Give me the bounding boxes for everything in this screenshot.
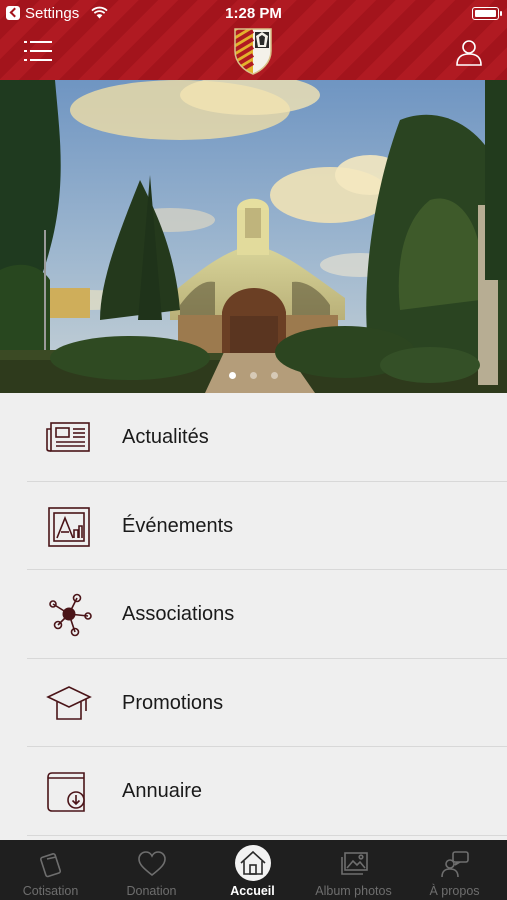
menu-item-label: Actualités: [122, 426, 209, 448]
tab-label: Donation: [126, 884, 177, 898]
divider: [27, 834, 507, 836]
status-bar: Settings 1:28 PM: [0, 0, 507, 28]
menu-item-promotions[interactable]: Promotions: [0, 659, 507, 747]
menu-item-label: Promotions: [122, 691, 224, 714]
heart-icon: [138, 851, 166, 877]
home-icon: [240, 850, 266, 875]
tab-accueil[interactable]: Accueil: [202, 840, 303, 900]
crest-logo: [234, 28, 272, 75]
tab-bar: Cotisation Donation Accueil Album photos…: [0, 840, 507, 900]
tab-label: Cotisation: [22, 884, 79, 898]
tab-album-photos[interactable]: Album photos: [303, 840, 404, 900]
newspaper-icon: [46, 422, 90, 452]
status-time: 1:28 PM: [225, 5, 282, 22]
graduation-cap-icon: [46, 685, 92, 720]
menu-item-label: Associations: [122, 603, 235, 625]
carousel-dots[interactable]: [0, 366, 507, 384]
tab-label: Album photos: [315, 884, 392, 898]
card-icon: [40, 853, 62, 878]
directory-book-icon: [47, 772, 85, 812]
tab-label: Accueil: [230, 884, 275, 898]
photo-album-icon: [341, 852, 368, 875]
event-picture-icon: [48, 506, 90, 547]
menu-item-evenements[interactable]: Événements: [0, 482, 507, 570]
menu-item-annuaire[interactable]: Annuaire: [0, 747, 507, 836]
carousel-dot-2[interactable]: [250, 372, 257, 379]
app-header: Settings 1:28 PM: [0, 0, 507, 80]
menu-item-associations[interactable]: Associations: [0, 570, 507, 659]
battery-icon: [472, 7, 502, 20]
hamburger-icon[interactable]: [24, 40, 52, 62]
menu-item-label: Événements: [122, 514, 234, 537]
network-icon: [49, 593, 92, 637]
tab-label: À propos: [429, 884, 480, 898]
tab-cotisation[interactable]: Cotisation: [0, 840, 101, 900]
hero-image[interactable]: [0, 80, 507, 393]
menu-item-actualites[interactable]: Actualités: [0, 393, 507, 482]
carousel-dot-1[interactable]: [229, 372, 236, 379]
tab-a-propos[interactable]: À propos: [404, 840, 505, 900]
main-menu-list: Actualités Événements Associations Promo…: [0, 393, 507, 836]
user-icon[interactable]: [455, 38, 483, 66]
info-person-icon: [441, 851, 469, 878]
tab-donation[interactable]: Donation: [101, 840, 202, 900]
menu-item-label: Annuaire: [122, 780, 203, 802]
carousel-dot-3[interactable]: [271, 372, 278, 379]
